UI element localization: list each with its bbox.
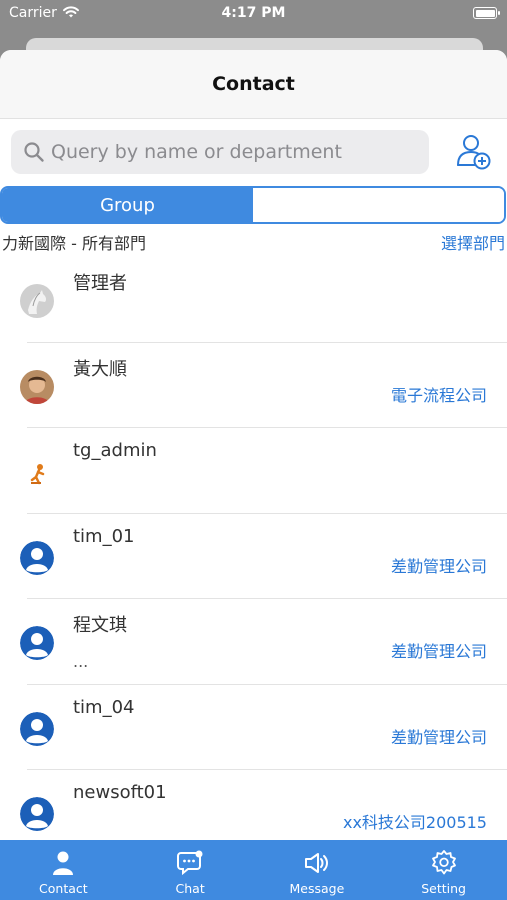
megaphone-icon [304, 853, 328, 873]
contact-dept: 差勤管理公司 [390, 727, 487, 747]
avatar [20, 455, 54, 489]
battery-icon [473, 7, 500, 19]
tab-label: Contact [39, 881, 88, 896]
tab-bar: Contact Chat Message Setting [0, 840, 507, 900]
clock: 4:17 PM [221, 5, 286, 21]
org-name: 力新國際 - 所有部門 [2, 234, 146, 253]
contact-dept: xx科技公司200515 [342, 813, 487, 832]
chat-icon [177, 850, 203, 876]
contact-row[interactable]: 黃大順 電子流程公司 [0, 341, 507, 428]
segment-group[interactable]: Group [2, 188, 253, 222]
nav-header: Contact [0, 50, 507, 119]
status-bar: Carrier 4:17 PM [0, 0, 507, 30]
search-input[interactable] [51, 141, 411, 163]
contact-dept: 差勤管理公司 [390, 642, 487, 661]
tab-message[interactable]: Message [254, 840, 381, 900]
contact-row[interactable]: 程文琪 ... 差勤管理公司 [0, 598, 507, 684]
tab-label: Message [289, 881, 345, 896]
contact-row[interactable]: tim_04 差勤管理公司 [0, 683, 507, 770]
search-icon [24, 142, 44, 162]
default-user-icon [20, 711, 54, 746]
contact-name: 黃大順 [73, 358, 127, 380]
contact-name: tim_04 [73, 696, 135, 718]
contact-name: 管理者 [73, 273, 127, 294]
segmented-control: Group [0, 186, 506, 224]
search-box[interactable] [11, 130, 429, 174]
tab-label: Chat [175, 881, 205, 896]
contact-dept: 電子流程公司 [390, 385, 487, 405]
select-department-link[interactable]: 選擇部門 [441, 230, 505, 254]
default-user-icon [20, 797, 54, 831]
avatar [20, 369, 54, 404]
segment-other[interactable] [253, 188, 504, 222]
contact-sheet: Contact Group 力新國際 - 所有部門 選擇部門 [0, 50, 507, 900]
search-row [0, 130, 507, 174]
page-title: Contact [212, 73, 295, 95]
tab-setting[interactable]: Setting [380, 840, 507, 900]
contact-name: tim_01 [73, 525, 135, 547]
contact-extra: ... [73, 652, 89, 671]
contact-name: 程文琪 [73, 615, 127, 636]
tab-label: Setting [421, 881, 466, 896]
add-contact-icon[interactable] [454, 132, 494, 172]
default-user-icon [20, 626, 54, 660]
contact-row[interactable]: 管理者 [0, 256, 507, 342]
gear-icon [431, 850, 456, 875]
contact-list: 管理者 黃大順 電子流程公司 tg_admin tim_01 差勤管理公司 程文… [0, 256, 507, 855]
contact-dept: 差勤管理公司 [390, 556, 487, 576]
contact-row[interactable]: tim_01 差勤管理公司 [0, 512, 507, 599]
tab-contact[interactable]: Contact [0, 840, 127, 900]
avatar [20, 284, 54, 318]
org-row: 力新國際 - 所有部門 選擇部門 [0, 230, 507, 254]
contact-name: tg_admin [73, 440, 157, 461]
contact-name: newsoft01 [73, 782, 167, 803]
contact-row[interactable]: tg_admin [0, 427, 507, 513]
default-user-icon [20, 540, 54, 575]
contact-icon [53, 851, 74, 875]
tab-chat[interactable]: Chat [127, 840, 254, 900]
